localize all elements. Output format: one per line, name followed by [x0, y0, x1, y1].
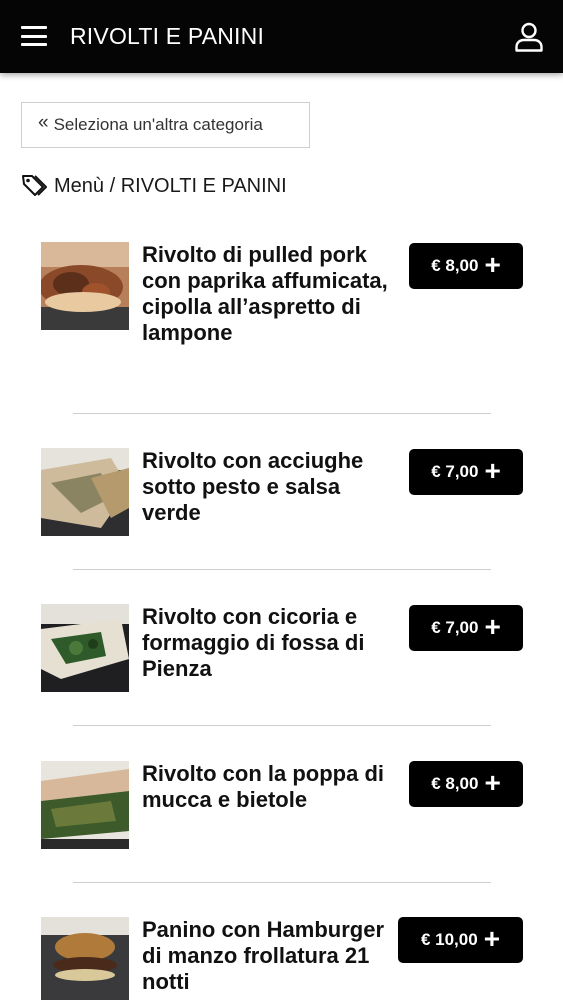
- item-image[interactable]: [41, 604, 129, 692]
- plus-icon: +: [484, 767, 501, 798]
- top-bar: RIVOLTI E PANINI: [0, 0, 563, 73]
- divider: [73, 882, 491, 883]
- item-price: € 7,00: [431, 618, 479, 637]
- plus-icon: +: [483, 923, 501, 954]
- add-to-cart-button[interactable]: € 7,00 +: [409, 605, 523, 651]
- breadcrumb-current: RIVOLTI E PANINI: [120, 174, 287, 197]
- item-name[interactable]: Rivolto con acciughe sotto pesto e salsa…: [142, 448, 397, 526]
- divider: [73, 725, 491, 726]
- divider: [73, 569, 491, 570]
- item-name[interactable]: Rivolto con la poppa di mucca e bietole: [142, 761, 397, 813]
- breadcrumb-root-link[interactable]: Menù: [54, 175, 104, 198]
- item-price: € 8,00: [431, 774, 479, 793]
- add-to-cart-button[interactable]: € 10,00 +: [398, 917, 523, 963]
- breadcrumb: Menù / RIVOLTI E PANINI: [21, 172, 287, 200]
- plus-icon: +: [484, 455, 501, 486]
- item-image[interactable]: [41, 242, 129, 330]
- item-price: € 7,00: [431, 462, 479, 481]
- page-title: RIVOLTI E PANINI: [70, 23, 265, 49]
- item-price: € 8,00: [431, 256, 479, 275]
- item-price: € 10,00: [420, 930, 478, 949]
- select-other-category-label: Seleziona un'altra categoria: [53, 115, 263, 134]
- item-name[interactable]: Rivolto di pulled pork con paprika affum…: [142, 242, 397, 346]
- item-image[interactable]: [41, 761, 129, 849]
- plus-icon: +: [484, 611, 501, 642]
- divider: [73, 413, 491, 414]
- hamburger-icon[interactable]: [21, 25, 47, 47]
- plus-icon: +: [484, 249, 501, 280]
- add-to-cart-button[interactable]: € 7,00 +: [409, 449, 523, 495]
- user-icon[interactable]: [513, 21, 545, 53]
- breadcrumb-separator: /: [109, 174, 116, 197]
- item-image[interactable]: [41, 448, 129, 536]
- double-chevron-left-icon: «: [38, 112, 49, 133]
- select-other-category-button[interactable]: « Seleziona un'altra categoria: [21, 102, 310, 148]
- add-to-cart-button[interactable]: € 8,00 +: [409, 761, 523, 807]
- add-to-cart-button[interactable]: € 8,00 +: [409, 243, 523, 289]
- item-image[interactable]: [41, 917, 129, 1000]
- item-name[interactable]: Panino con Hamburger di manzo frollatura…: [142, 917, 397, 995]
- item-name[interactable]: Rivolto con cicoria e formaggio di fossa…: [142, 604, 397, 682]
- tag-icon: [22, 175, 47, 196]
